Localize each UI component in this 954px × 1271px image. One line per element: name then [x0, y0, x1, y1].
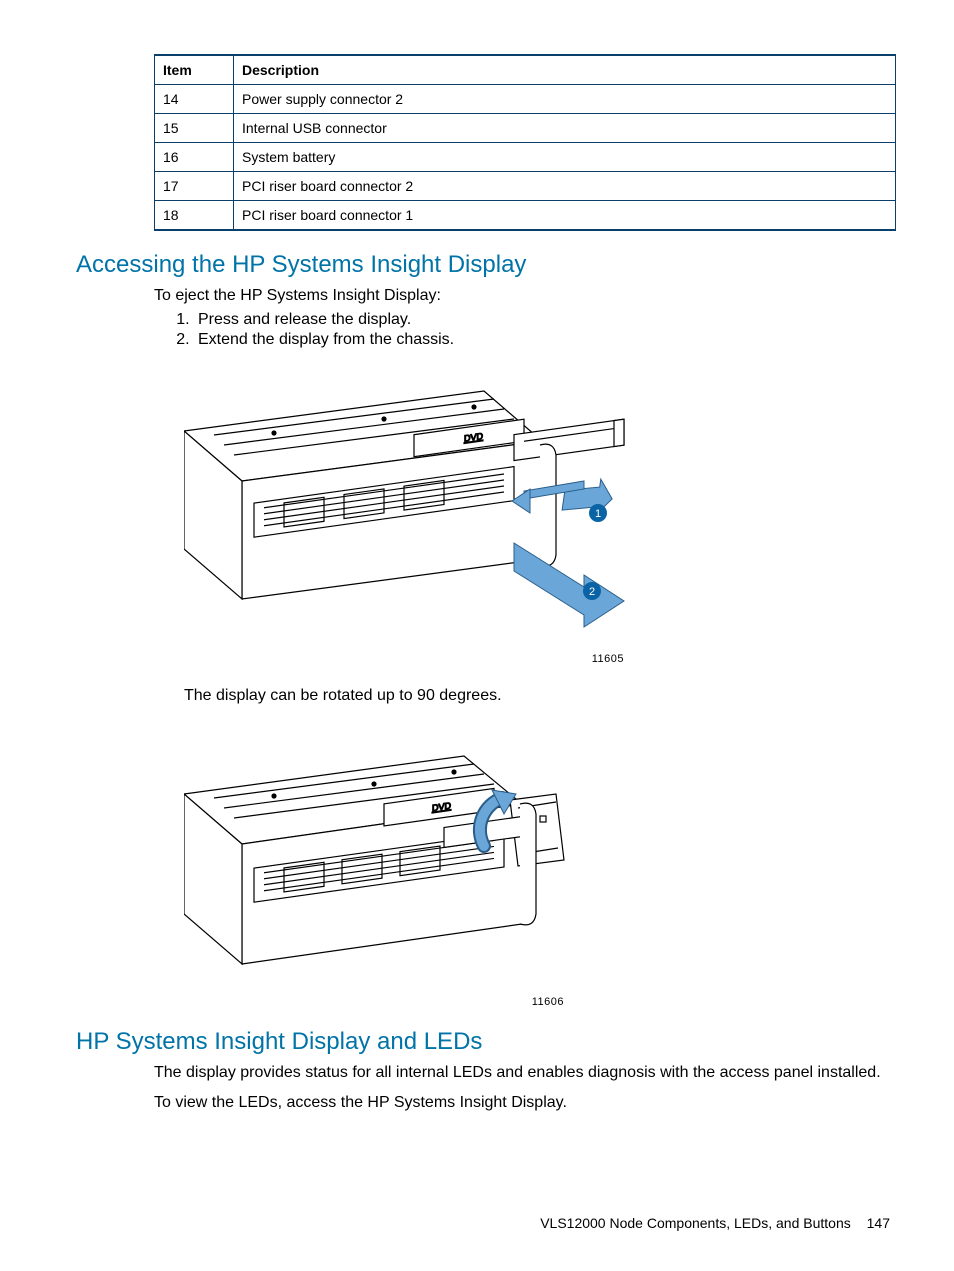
figure-rotate-display: DVD — [184, 736, 890, 986]
components-table: Item Description 14 Power supply connect… — [154, 54, 896, 231]
item-cell: 15 — [155, 114, 234, 143]
table-row: 17 PCI riser board connector 2 — [155, 172, 896, 201]
item-cell: 14 — [155, 85, 234, 114]
section-heading-accessing: Accessing the HP Systems Insight Display — [76, 251, 890, 279]
table-row: 18 PCI riser board connector 1 — [155, 201, 896, 231]
figure-id: 11605 — [184, 653, 624, 665]
table-row: 15 Internal USB connector — [155, 114, 896, 143]
page-number: 147 — [867, 1215, 890, 1231]
table-row: 16 System battery — [155, 143, 896, 172]
col-desc-header: Description — [234, 55, 896, 85]
steps-list: Press and release the display. Extend th… — [154, 311, 890, 349]
rotate-note: The display can be rotated up to 90 degr… — [184, 685, 890, 707]
svg-text:2: 2 — [589, 586, 595, 598]
figure-id: 11606 — [184, 996, 564, 1008]
desc-cell: Power supply connector 2 — [234, 85, 896, 114]
desc-cell: System battery — [234, 143, 896, 172]
section-heading-leds: HP Systems Insight Display and LEDs — [76, 1028, 890, 1056]
desc-cell: Internal USB connector — [234, 114, 896, 143]
step-item: Extend the display from the chassis. — [194, 331, 890, 349]
section2-paragraph1: The display provides status for all inte… — [154, 1062, 890, 1084]
step-item: Press and release the display. — [194, 311, 890, 329]
item-cell: 17 — [155, 172, 234, 201]
desc-cell: PCI riser board connector 1 — [234, 201, 896, 231]
svg-text:1: 1 — [595, 508, 601, 520]
intro-text: To eject the HP Systems Insight Display: — [154, 285, 890, 307]
item-cell: 16 — [155, 143, 234, 172]
col-item-header: Item — [155, 55, 234, 85]
page-footer: VLS12000 Node Components, LEDs, and Butt… — [540, 1215, 890, 1231]
item-cell: 18 — [155, 201, 234, 231]
desc-cell: PCI riser board connector 2 — [234, 172, 896, 201]
section2-paragraph2: To view the LEDs, access the HP Systems … — [154, 1092, 890, 1114]
table-row: 14 Power supply connector 2 — [155, 85, 896, 114]
footer-title: VLS12000 Node Components, LEDs, and Butt… — [540, 1215, 851, 1231]
figure-eject-display: DVD — [184, 373, 890, 643]
